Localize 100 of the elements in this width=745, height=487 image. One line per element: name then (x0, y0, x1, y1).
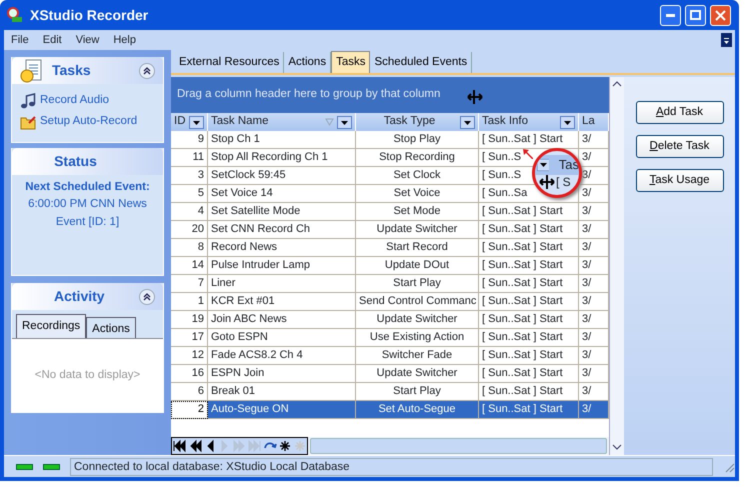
column-header[interactable]: Task Info (479, 113, 579, 131)
table-cell[interactable]: Set Mode (356, 203, 479, 221)
table-cell[interactable]: Set Satellite Mode (208, 203, 356, 221)
horizontal-scrollbar[interactable] (310, 438, 607, 454)
table-cell[interactable]: Set Voice (356, 185, 479, 203)
action-button[interactable]: Add Task (636, 101, 724, 124)
menu-item[interactable]: View (68, 32, 106, 48)
collapse-icon[interactable] (139, 62, 155, 78)
table-cell[interactable]: [ Sun..Sat ] Start (479, 401, 579, 419)
table-cell[interactable]: 12 (171, 347, 208, 365)
dropdown-icon[interactable] (560, 116, 575, 128)
collapse-icon[interactable] (139, 288, 155, 304)
maximize-button[interactable] (685, 4, 706, 26)
dropdown-icon[interactable] (189, 116, 204, 128)
table-cell[interactable]: [ Sun..Sat ] Start (479, 311, 579, 329)
table-cell[interactable]: Record News (208, 239, 356, 257)
table-cell[interactable]: 2 (171, 401, 208, 419)
asterisk-icon[interactable] (278, 440, 290, 452)
table-cell[interactable]: Start Play (356, 275, 479, 293)
table-cell[interactable]: Set Auto-Segue (356, 401, 479, 419)
next-event-text: 6:00:00 PM CNN News Event [ID: 1] (27, 197, 148, 230)
table-cell[interactable]: KCR Ext #01 (208, 293, 356, 311)
table-cell[interactable]: [ Sun..Sat ] Start (479, 257, 579, 275)
table-cell[interactable]: Update DOut (356, 257, 479, 275)
table-cell[interactable]: Pulse Intruder Lamp (208, 257, 356, 275)
overflow-icon[interactable] (721, 33, 732, 47)
status-text: Connected to local database: XStudio Local Database (70, 458, 713, 476)
task-link[interactable]: Setup Auto-Record (40, 113, 138, 130)
tab[interactable]: External Resources (175, 52, 284, 73)
table-cell[interactable]: Auto-Segue ON (208, 401, 356, 419)
first-icon[interactable] (172, 438, 187, 454)
table-cell[interactable]: Set CNN Record Ch (208, 221, 356, 239)
menu-item[interactable]: Edit (36, 32, 69, 48)
table-cell[interactable]: Join ABC News (208, 311, 356, 329)
table-cell[interactable]: ESPN Join (208, 365, 356, 383)
table-cell[interactable]: 20 (171, 221, 208, 239)
table-cell[interactable]: Set Clock (356, 167, 479, 185)
table-cell[interactable]: Send Control Commanc (356, 293, 479, 311)
menu-item[interactable]: File (4, 32, 36, 48)
tab[interactable]: Actions (86, 317, 136, 338)
table-cell[interactable]: Liner (208, 275, 356, 293)
maximize-icon (690, 10, 701, 20)
table-cell[interactable]: Update Switcher (356, 311, 479, 329)
table-cell[interactable]: Stop Ch 1 (208, 131, 356, 149)
table-cell[interactable]: Update Switcher (356, 365, 479, 383)
column-header[interactable]: Task Name (208, 113, 356, 131)
column-header[interactable]: Task Type (356, 113, 479, 131)
column-header[interactable]: ID (171, 113, 208, 131)
table-cell[interactable]: Fade ACS8.2 Ch 4 (208, 347, 356, 365)
panel-title: Tasks (52, 61, 92, 80)
table-cell[interactable]: 11 (171, 149, 208, 167)
table-cell[interactable]: [ Sun..Sat ] Start (479, 203, 579, 221)
panel-title: Status (54, 152, 97, 171)
table-cell[interactable]: [ Sun..Sat ] Start (479, 329, 579, 347)
task-link[interactable]: Record Audio (40, 92, 110, 110)
table-cell[interactable]: Start Record (356, 239, 479, 257)
table-cell[interactable]: Switcher Fade (356, 347, 479, 365)
table-cell[interactable]: 8 (171, 239, 208, 257)
table-cell[interactable]: [ Sun..Sat ] Start (479, 239, 579, 257)
panel-title: Activity (53, 287, 106, 306)
vertical-scrollbar[interactable] (609, 77, 624, 455)
window-title: XStudio Recorder (30, 6, 150, 24)
table-cell[interactable]: 4 (171, 203, 208, 221)
table-cell[interactable]: [ Sun..Sat ] Start (479, 365, 579, 383)
menu-item[interactable]: Help (106, 32, 143, 48)
table-cell[interactable]: 19 (171, 311, 208, 329)
table-cell[interactable]: Use Existing Action (356, 329, 479, 347)
table-cell[interactable]: [ Sun..Sat ] Start (479, 293, 579, 311)
dropdown-icon[interactable] (460, 116, 475, 128)
table-cell[interactable]: 3/ (579, 401, 609, 419)
table-cell[interactable]: 9 (171, 131, 208, 149)
tab[interactable]: Recordings (16, 314, 86, 338)
table-cell[interactable]: 1 (171, 293, 208, 311)
table-cell[interactable]: Stop Recording (356, 149, 479, 167)
minimize-icon (666, 14, 675, 16)
column-header[interactable]: La (579, 113, 609, 131)
table-cell[interactable]: Update Switcher (356, 221, 479, 239)
table-cell[interactable]: 5 (171, 185, 208, 203)
dropdown-icon[interactable] (337, 116, 352, 128)
status-led (43, 464, 60, 470)
close-button[interactable] (710, 4, 731, 26)
pointer-arrow (523, 149, 533, 159)
action-button[interactable]: Delete Task (636, 135, 724, 158)
minimize-button[interactable] (660, 4, 681, 26)
table-cell[interactable]: 7 (171, 275, 208, 293)
table-cell[interactable]: 3 (171, 167, 208, 185)
table-cell[interactable]: [ Sun..Sat ] Start (479, 221, 579, 239)
table-cell[interactable]: SetClock 59:45 (208, 167, 356, 185)
action-button[interactable]: Task Usage (636, 169, 724, 192)
tab[interactable]: Scheduled Events (370, 52, 472, 73)
table-cell[interactable]: [ Sun..Sat ] Start (479, 275, 579, 293)
table-cell[interactable]: Stop All Recording Ch 1 (208, 149, 356, 167)
table-cell[interactable]: 17 (171, 329, 208, 347)
table-cell[interactable]: Stop Play (356, 131, 479, 149)
tab[interactable]: Tasks (331, 50, 370, 73)
table-cell[interactable]: Goto ESPN (208, 329, 356, 347)
table-cell[interactable]: Set Voice 14 (208, 185, 356, 203)
table-cell[interactable]: [ Sun..Sat ] Start (479, 347, 579, 365)
table-cell[interactable]: 14 (171, 257, 208, 275)
table-cell[interactable]: 16 (171, 365, 208, 383)
